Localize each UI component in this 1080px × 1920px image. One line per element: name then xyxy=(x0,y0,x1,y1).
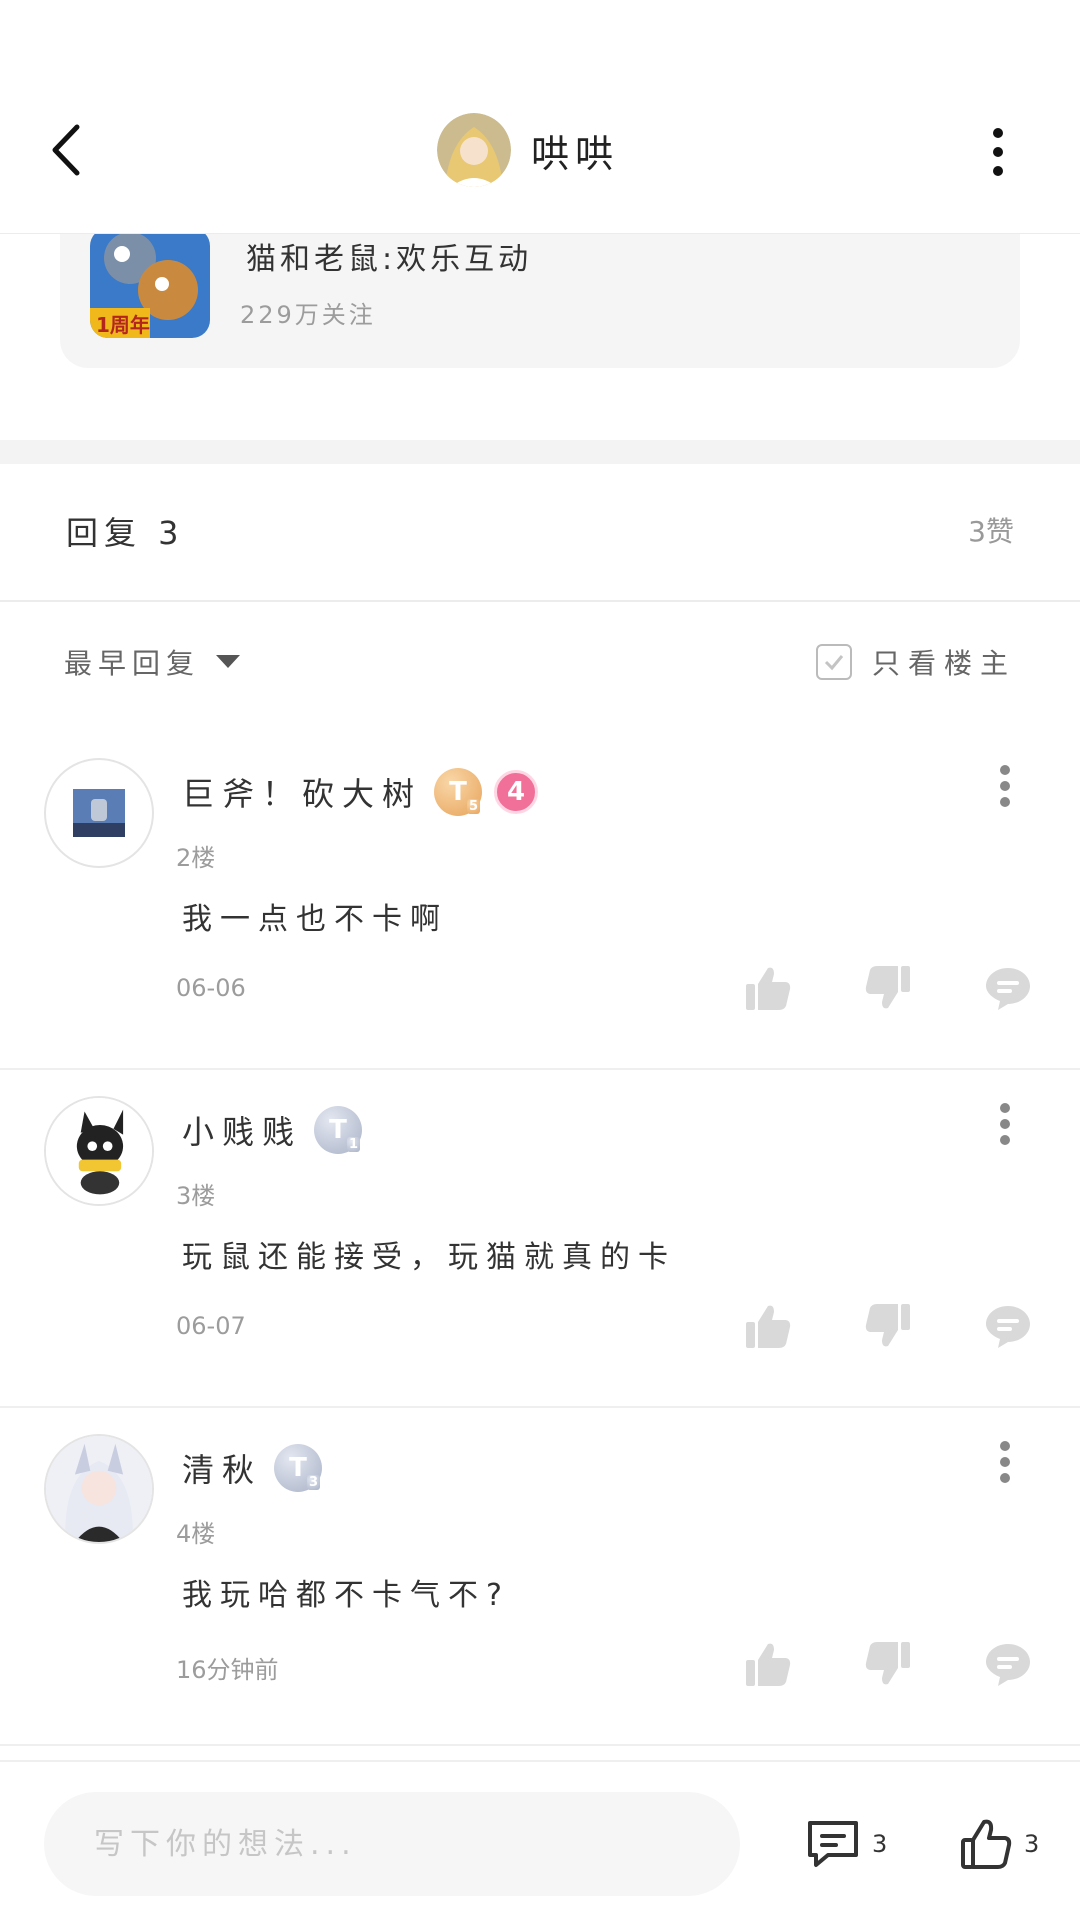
chat-bubble-icon xyxy=(986,1306,1030,1348)
comment-time: 16分钟前 xyxy=(176,1656,279,1684)
like-button[interactable] xyxy=(740,960,796,1016)
level-badge-icon: T5 xyxy=(434,768,483,816)
section-divider xyxy=(0,440,1080,464)
sort-label: 最早回复 xyxy=(64,647,201,680)
like-button[interactable] xyxy=(740,1636,796,1692)
thumbs-up-icon xyxy=(961,1819,1012,1869)
thumbs-up-icon xyxy=(746,967,791,1010)
comment-count: 3 xyxy=(872,1830,888,1858)
comment-actions xyxy=(740,1636,1040,1696)
level-badge-icon: T1 xyxy=(314,1106,363,1154)
reply-button[interactable] xyxy=(980,960,1036,1016)
more-vertical-icon xyxy=(1000,1441,1010,1483)
comments-button[interactable]: 3 xyxy=(806,1812,887,1876)
game-icon-badge: 1周年 xyxy=(96,313,150,337)
comment-author-row: 小贱贱 T1 xyxy=(182,1102,363,1158)
rank-badge-icon: 4 xyxy=(494,770,539,814)
more-vertical-icon xyxy=(1000,765,1010,807)
like-button[interactable] xyxy=(740,1298,796,1354)
comment-more-button[interactable] xyxy=(990,756,1020,816)
post-like-count-bottom: 3 xyxy=(1024,1830,1040,1858)
top-bar: 哄哄 xyxy=(0,0,1080,234)
floor-number: 4楼 xyxy=(176,1520,216,1548)
comment-text: 我一点也不卡啊 xyxy=(182,902,448,937)
comment-author-row: 清秋 T3 xyxy=(182,1440,323,1496)
reply-button[interactable] xyxy=(980,1298,1036,1354)
check-icon xyxy=(824,655,844,671)
floor-number: 2楼 xyxy=(176,844,216,872)
comment-author-name[interactable]: 小贱贱 xyxy=(182,1107,302,1153)
owner-only-label: 只看楼主 xyxy=(871,647,1016,680)
chat-bubble-icon xyxy=(986,968,1030,1010)
comment-time: 06-06 xyxy=(176,974,246,1002)
game-followers: 229万关注 xyxy=(240,301,376,329)
owner-only-checkbox[interactable] xyxy=(815,644,852,680)
reply-summary: 回复 3 3赞 xyxy=(0,464,1080,602)
game-name: 猫和老鼠:欢乐互动 xyxy=(246,242,533,277)
thumbs-up-icon xyxy=(746,1305,791,1348)
comment-more-button[interactable] xyxy=(990,1094,1020,1154)
comment-icon xyxy=(808,1821,858,1867)
bottom-input-bar: 3 3 xyxy=(0,1760,1080,1920)
comment-item: 巨斧！砍大树 T5 4 2楼 我一点也不卡啊 06-06 xyxy=(0,734,1080,1070)
dislike-button[interactable] xyxy=(860,1298,916,1354)
floor-number: 3楼 xyxy=(176,1182,216,1210)
avatar[interactable] xyxy=(44,1434,154,1544)
avatar[interactable] xyxy=(44,1096,154,1206)
comment-actions xyxy=(740,960,1040,1020)
sort-dropdown[interactable]: 最早回复 xyxy=(64,640,241,684)
reply-button[interactable] xyxy=(980,1636,1036,1692)
back-button[interactable] xyxy=(38,118,94,182)
reply-count: 回复 3 xyxy=(66,514,185,552)
page-title: 哄哄 xyxy=(531,131,620,176)
chevron-left-icon xyxy=(52,124,80,176)
comment-author-name[interactable]: 巨斧！砍大树 xyxy=(182,769,422,815)
thumbs-down-icon xyxy=(865,1304,910,1347)
comment-time: 06-07 xyxy=(176,1312,246,1340)
game-icon: 1周年 xyxy=(90,228,210,338)
like-post-button[interactable]: 3 xyxy=(960,1812,1039,1876)
comment-more-button[interactable] xyxy=(990,1432,1020,1492)
thumbs-down-icon xyxy=(865,966,910,1009)
level-badge-icon: T3 xyxy=(274,1444,323,1492)
more-options-button[interactable] xyxy=(980,120,1016,184)
chat-bubble-icon xyxy=(986,1644,1030,1686)
dislike-button[interactable] xyxy=(860,1636,916,1692)
more-vertical-icon xyxy=(993,128,1003,176)
comment-text: 我玩哈都不卡气不? xyxy=(182,1578,510,1613)
caret-down-icon xyxy=(216,655,241,668)
more-vertical-icon xyxy=(1000,1103,1010,1145)
comment-item: 小贱贱 T1 3楼 玩鼠还能接受，玩猫就真的卡 06-07 xyxy=(0,1072,1080,1408)
thumbs-up-icon xyxy=(746,1643,791,1686)
comment-author-row: 巨斧！砍大树 T5 4 xyxy=(182,764,539,820)
comment-text: 玩鼠还能接受，玩猫就真的卡 xyxy=(182,1240,676,1275)
comment-actions xyxy=(740,1298,1040,1358)
comment-item: 清秋 T3 4楼 我玩哈都不卡气不? 16分钟前 xyxy=(0,1410,1080,1746)
comment-author-name[interactable]: 清秋 xyxy=(182,1445,262,1491)
comment-input[interactable] xyxy=(44,1792,740,1896)
dislike-button[interactable] xyxy=(860,960,916,1016)
thumbs-down-icon xyxy=(865,1642,910,1685)
author-avatar[interactable] xyxy=(437,113,511,187)
header-title-group[interactable]: 哄哄 xyxy=(437,112,619,188)
owner-only-toggle[interactable]: 只看楼主 xyxy=(815,640,1016,684)
avatar[interactable] xyxy=(44,758,154,868)
post-like-count: 3赞 xyxy=(968,515,1014,548)
